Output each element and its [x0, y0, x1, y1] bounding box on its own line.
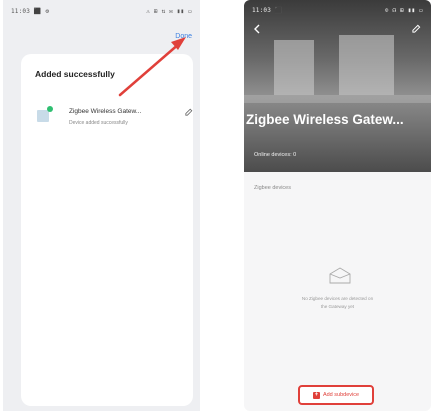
online-devices-count: Online devices: 0: [254, 152, 297, 158]
back-icon[interactable]: [252, 24, 262, 34]
empty-box-icon: [329, 267, 351, 284]
empty-state-text: No Zigbee devices are detected on: [301, 296, 374, 301]
device-list-item[interactable]: Zigbee Wireless Gatew... Device added su…: [35, 104, 193, 132]
online-badge-icon: [47, 106, 53, 112]
status-time: 11:03 ⬛: [252, 6, 283, 14]
right-phone-screen: 11:03 ⬛ ⊙ ☊ ⊞ ▮▮ ▭ Zigbee Wireless Gatew…: [244, 0, 431, 411]
add-icon: +: [312, 391, 320, 399]
empty-state-text: the Gateway yet: [320, 304, 355, 309]
added-title: Added successfully: [35, 69, 115, 79]
edit-icon[interactable]: [185, 108, 193, 116]
window-decoration: [274, 40, 314, 95]
done-button[interactable]: Done: [175, 33, 192, 40]
device-name: Zigbee Wireless Gatew...: [69, 108, 142, 115]
zigbee-devices-header: Zigbee devices: [254, 185, 291, 191]
left-phone-screen: 11:03 ⬛ ⚙ ⚠ ⊞ ⇅ ✉ ▮▮ ▭ Done Added succes…: [3, 0, 200, 411]
status-icons: ⊙ ☊ ⊞ ▮▮ ▭: [384, 6, 423, 14]
add-subdevice-label: Add subdevice: [322, 392, 360, 398]
added-card: Added successfully Zigbee Wireless Gatew…: [21, 54, 193, 406]
edit-icon[interactable]: [412, 24, 421, 33]
status-icons: ⚠ ⊞ ⇅ ✉ ▮▮ ▭: [146, 7, 192, 15]
device-hero-image: 11:03 ⬛ ⊙ ☊ ⊞ ▮▮ ▭ Zigbee Wireless Gatew…: [244, 0, 431, 172]
status-bar: 11:03 ⬛ ⊙ ☊ ⊞ ▮▮ ▭: [244, 0, 431, 20]
device-status: Device added successfully: [69, 120, 128, 126]
status-time: 11:03 ⬛ ⚙: [11, 7, 50, 15]
gateway-device-icon: [37, 110, 49, 122]
floor-decoration: [244, 95, 431, 103]
device-title: Zigbee Wireless Gatew...: [246, 112, 404, 127]
status-bar: 11:03 ⬛ ⚙ ⚠ ⊞ ⇅ ✉ ▮▮ ▭: [3, 0, 200, 22]
window-decoration: [339, 35, 394, 95]
add-subdevice-button[interactable]: + Add subdevice: [298, 385, 374, 405]
